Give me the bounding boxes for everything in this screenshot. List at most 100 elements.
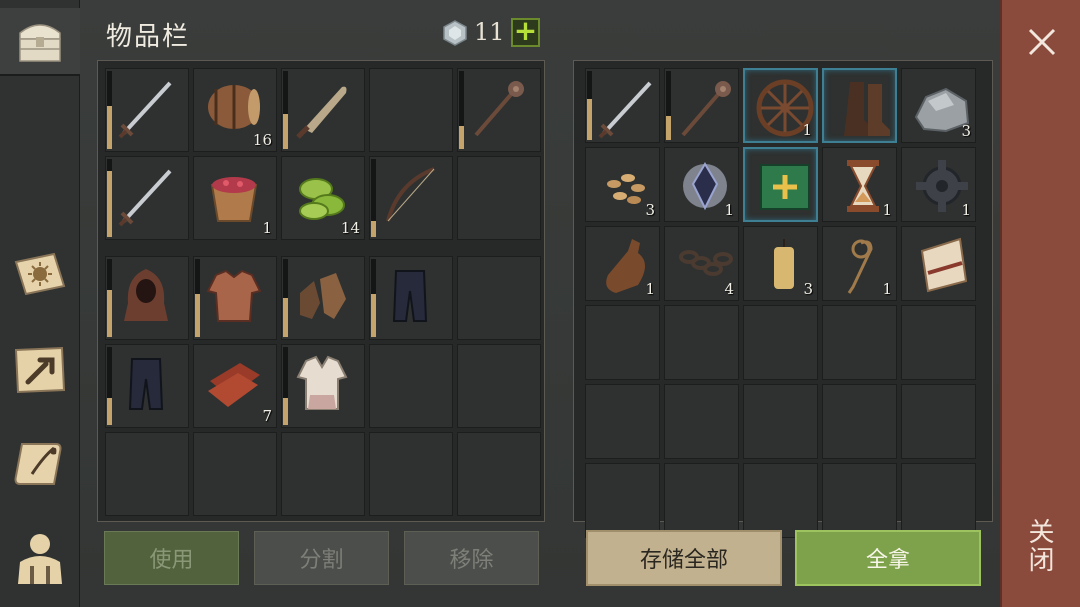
inventory-slot-pants[interactable] [105,344,189,428]
storage-inventory: 1 3 3 1 1 1 1 4 3 1 [573,60,993,538]
plant-fiber-icon [299,178,345,220]
inventory-slot-empty[interactable] [193,432,277,516]
durability-bar [107,159,112,237]
leather-icon [208,363,260,407]
inventory-slot-empty[interactable] [585,305,660,380]
split-button[interactable]: 分割 [254,531,389,585]
item-count: 16 [252,131,272,149]
inventory-slot-bow[interactable] [369,156,453,240]
inventory-slot-wheel[interactable]: 1 [743,68,818,143]
inventory-slot-empty[interactable] [664,305,739,380]
inventory-slot-chain[interactable]: 4 [664,226,739,301]
item-count: 1 [645,280,655,298]
chest-tab[interactable] [0,8,80,76]
mace-icon [474,81,524,137]
inventory-slot-plant-fiber[interactable]: 14 [281,156,365,240]
inventory-slot-mace[interactable] [664,68,739,143]
inventory-slot-book[interactable] [743,147,818,222]
close-button[interactable]: 关闭 [1000,0,1080,607]
machete-icon [296,86,347,139]
inventory-slot-empty[interactable] [369,344,453,428]
durability-fill [283,298,288,337]
quest-scroll-icon [14,443,62,485]
inventory-slot-empty[interactable] [457,432,541,516]
durability-fill [666,116,671,140]
remove-button[interactable]: 移除 [404,531,539,585]
inventory-slot-gear[interactable]: 1 [901,147,976,222]
inventory-slot-gloves[interactable] [281,256,365,340]
inventory-slot-empty[interactable] [901,305,976,380]
inventory-slot-mace[interactable] [457,68,541,152]
inventory-slot-boots[interactable] [822,68,897,143]
character-icon [18,534,62,584]
inventory-slot-empty[interactable] [585,463,660,538]
sword-icon [118,169,172,227]
durability-fill [283,114,288,149]
inventory-slot-scroll[interactable] [901,226,976,301]
character-tab[interactable] [6,522,74,590]
inventory-slot-leather[interactable]: 7 [193,344,277,428]
inventory-slot-stone[interactable]: 3 [901,68,976,143]
add-gems-button[interactable]: + [511,17,540,47]
sword-icon [598,81,652,139]
inventory-slot-empty[interactable] [105,432,189,516]
inventory-slot-crystal[interactable]: 1 [664,147,739,222]
inventory-slot-hourglass[interactable]: 1 [822,147,897,222]
inventory-slot-empty[interactable] [369,68,453,152]
player-inventory: 16 1 14 7 [97,60,545,522]
inventory-slot-empty[interactable] [664,384,739,459]
book-icon [760,164,810,210]
inventory-slot-empty[interactable] [585,384,660,459]
inventory-slot-empty[interactable] [901,384,976,459]
durability-bar [283,347,288,425]
inventory-slot-empty[interactable] [369,432,453,516]
berry-bucket-icon [210,177,258,222]
inventory-slot-empty[interactable] [743,463,818,538]
inventory-slot-empty[interactable] [743,305,818,380]
durability-bar [371,259,376,337]
store-all-button[interactable]: 存储全部 [586,530,782,586]
inventory-slot-empty[interactable] [281,432,365,516]
gloves-icon [300,273,346,319]
inventory-slot-hood[interactable] [105,256,189,340]
item-count: 1 [882,280,892,298]
inventory-slot-empty[interactable] [822,384,897,459]
inventory-slot-bottle[interactable]: 1 [585,226,660,301]
inventory-slot-empty[interactable] [457,344,541,428]
inventory-slot-shirt[interactable] [281,344,365,428]
inventory-slot-empty[interactable] [822,305,897,380]
journal-tab[interactable] [6,238,74,306]
scroll-icon [920,237,968,293]
pants-icon [392,270,428,322]
inventory-slot-rope[interactable]: 1 [822,226,897,301]
close-label: 关闭 [1024,518,1054,574]
inventory-slot-empty[interactable] [901,463,976,538]
item-count: 3 [645,201,655,219]
inventory-slot-empty[interactable] [457,256,541,340]
inventory-slot-barrel[interactable]: 16 [193,68,277,152]
inventory-slot-empty[interactable] [457,156,541,240]
crafting-tab[interactable] [6,336,74,404]
inventory-slot-machete[interactable] [281,68,365,152]
inventory-slot-sword[interactable] [105,156,189,240]
inventory-slot-empty[interactable] [664,463,739,538]
inventory-slot-empty[interactable] [743,384,818,459]
inventory-slot-candle[interactable]: 3 [743,226,818,301]
inventory-slot-seeds[interactable]: 3 [585,147,660,222]
inventory-slot-chainmail[interactable] [193,256,277,340]
inventory-slot-sword[interactable] [585,68,660,143]
quests-tab[interactable] [6,430,74,498]
durability-fill [587,99,592,140]
inventory-slot-pants[interactable] [369,256,453,340]
use-button[interactable]: 使用 [104,531,239,585]
item-count: 14 [340,219,360,237]
category-rail [0,0,80,607]
durability-fill [459,126,464,149]
durability-bar [107,347,112,425]
inventory-slot-sword[interactable] [105,68,189,152]
inventory-slot-berry-bucket[interactable]: 1 [193,156,277,240]
inventory-slot-empty[interactable] [822,463,897,538]
sword-icon [118,81,172,139]
pants-icon [128,358,164,410]
take-all-button[interactable]: 全拿 [795,530,981,586]
